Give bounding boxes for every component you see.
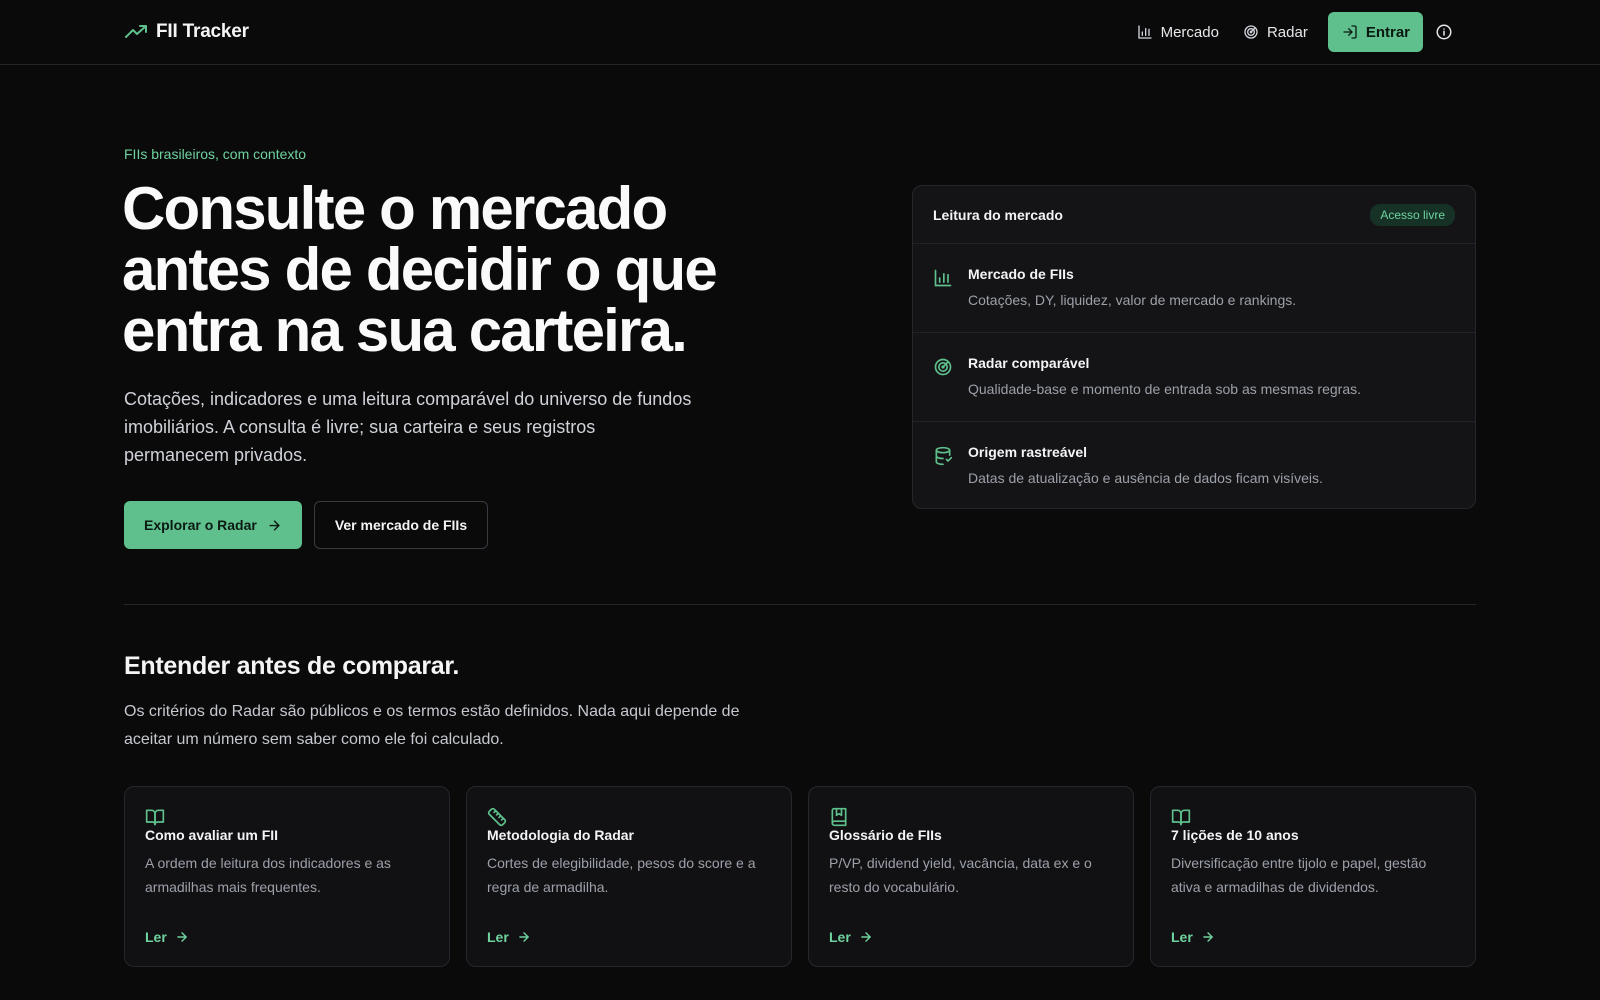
- panel-item-radar[interactable]: Radar comparável Qualidade-base e moment…: [913, 333, 1475, 422]
- panel-title: Leitura do mercado: [933, 206, 1063, 223]
- read-link-label: Ler: [829, 929, 851, 945]
- read-link-label: Ler: [1171, 929, 1193, 945]
- read-link[interactable]: Ler: [829, 929, 873, 945]
- bookmark-book-icon: [829, 807, 1113, 827]
- book-open-icon: [145, 807, 429, 827]
- panel-item-title: Mercado de FIIs: [968, 266, 1074, 282]
- nav-mercado-label: Mercado: [1160, 23, 1219, 41]
- card-glossary[interactable]: Glossário de FIIs P/VP, dividend yield, …: [808, 786, 1134, 967]
- arrow-right-icon: [859, 930, 873, 944]
- card-desc: Cortes de elegibilidade, pesos do score …: [487, 855, 756, 895]
- hero-subtitle: Cotações, indicadores e uma leitura comp…: [124, 389, 692, 465]
- read-link[interactable]: Ler: [487, 929, 531, 945]
- explore-radar-button[interactable]: Explorar o Radar: [124, 501, 302, 549]
- book-open-icon: [1171, 807, 1455, 827]
- panel-item-market[interactable]: Mercado de FIIs Cotações, DY, liquidez, …: [913, 244, 1475, 333]
- card-title: Glossário de FIIs: [829, 827, 942, 843]
- section-title: Entender antes de comparar.: [124, 652, 460, 680]
- info-icon[interactable]: [1435, 23, 1453, 41]
- bar-chart-icon: [933, 268, 953, 288]
- card-lessons[interactable]: 7 lições de 10 anos Diversificação entre…: [1150, 786, 1476, 967]
- nav-radar-label: Radar: [1266, 23, 1308, 41]
- hero-cta-row: Explorar o Radar Ver mercado de FIIs: [124, 501, 489, 549]
- panel-item-title: Radar comparável: [968, 355, 1090, 371]
- panel-item-origin[interactable]: Origem rastreável Datas de atualização e…: [913, 422, 1475, 508]
- ruler-icon: [487, 807, 771, 827]
- arrow-right-icon: [1201, 930, 1215, 944]
- trending-up-icon: [124, 20, 148, 44]
- section-subtitle: Os critérios do Radar são públicos e os …: [124, 703, 740, 748]
- database-icon: [933, 446, 953, 466]
- read-link[interactable]: Ler: [145, 929, 189, 945]
- read-link-label: Ler: [487, 929, 509, 945]
- explore-radar-label: Explorar o Radar: [144, 517, 257, 533]
- arrow-right-icon: [175, 930, 189, 944]
- brand-name: FII Tracker: [156, 21, 249, 42]
- guide-cards: Como avaliar um FII A ordem de leitura d…: [124, 786, 1476, 967]
- read-link-label: Ler: [145, 929, 167, 945]
- panel-item-title: Origem rastreável: [968, 444, 1088, 460]
- hero-eyebrow: FIIs brasileiros, com contexto: [124, 146, 307, 162]
- panel-item-desc: Datas de atualização e ausência de dados…: [968, 470, 1323, 486]
- free-access-badge: Acesso livre: [1370, 203, 1455, 226]
- brand-logo[interactable]: FII Tracker: [124, 19, 249, 45]
- read-link[interactable]: Ler: [1171, 929, 1215, 945]
- log-in-icon: [1342, 24, 1358, 40]
- nav-mercado[interactable]: Mercado: [1125, 12, 1231, 52]
- enter-button[interactable]: Entrar: [1327, 12, 1423, 52]
- market-reading-panel: Leitura do mercado Acesso livre Mercado …: [912, 185, 1476, 509]
- hero-title: Consulte o mercado antes de decidir o qu…: [122, 175, 718, 364]
- card-methodology[interactable]: Metodologia do Radar Cortes de elegibili…: [466, 786, 792, 967]
- nav-radar[interactable]: Radar: [1231, 12, 1320, 52]
- top-header: FII Tracker Mercado Radar Entrar: [0, 0, 1600, 65]
- card-title: Como avaliar um FII: [145, 827, 279, 843]
- card-title: Metodologia do Radar: [487, 827, 634, 843]
- card-title: 7 lições de 10 anos: [1171, 827, 1299, 843]
- card-desc: P/VP, dividend yield, vacância, data ex …: [829, 855, 1092, 895]
- card-how-to-evaluate[interactable]: Como avaliar um FII A ordem de leitura d…: [124, 786, 450, 967]
- card-desc: Diversificação entre tijolo e papel, ges…: [1171, 855, 1427, 895]
- panel-item-desc: Cotações, DY, liquidez, valor de mercado…: [968, 292, 1297, 308]
- main-nav: Mercado Radar Entrar: [1125, 12, 1453, 52]
- arrow-right-icon: [267, 518, 282, 533]
- card-desc: A ordem de leitura dos indicadores e as …: [145, 855, 391, 895]
- view-market-label: Ver mercado de FIIs: [334, 517, 468, 533]
- radar-icon: [933, 357, 953, 377]
- bar-chart-icon: [1137, 24, 1153, 40]
- panel-item-desc: Qualidade-base e momento de entrada sob …: [968, 381, 1361, 397]
- section-divider: [124, 604, 1476, 605]
- view-market-button[interactable]: Ver mercado de FIIs: [313, 501, 489, 549]
- panel-header: Leitura do mercado Acesso livre: [913, 186, 1475, 244]
- enter-button-label: Entrar: [1365, 23, 1410, 41]
- arrow-right-icon: [517, 930, 531, 944]
- radar-icon: [1243, 24, 1259, 40]
